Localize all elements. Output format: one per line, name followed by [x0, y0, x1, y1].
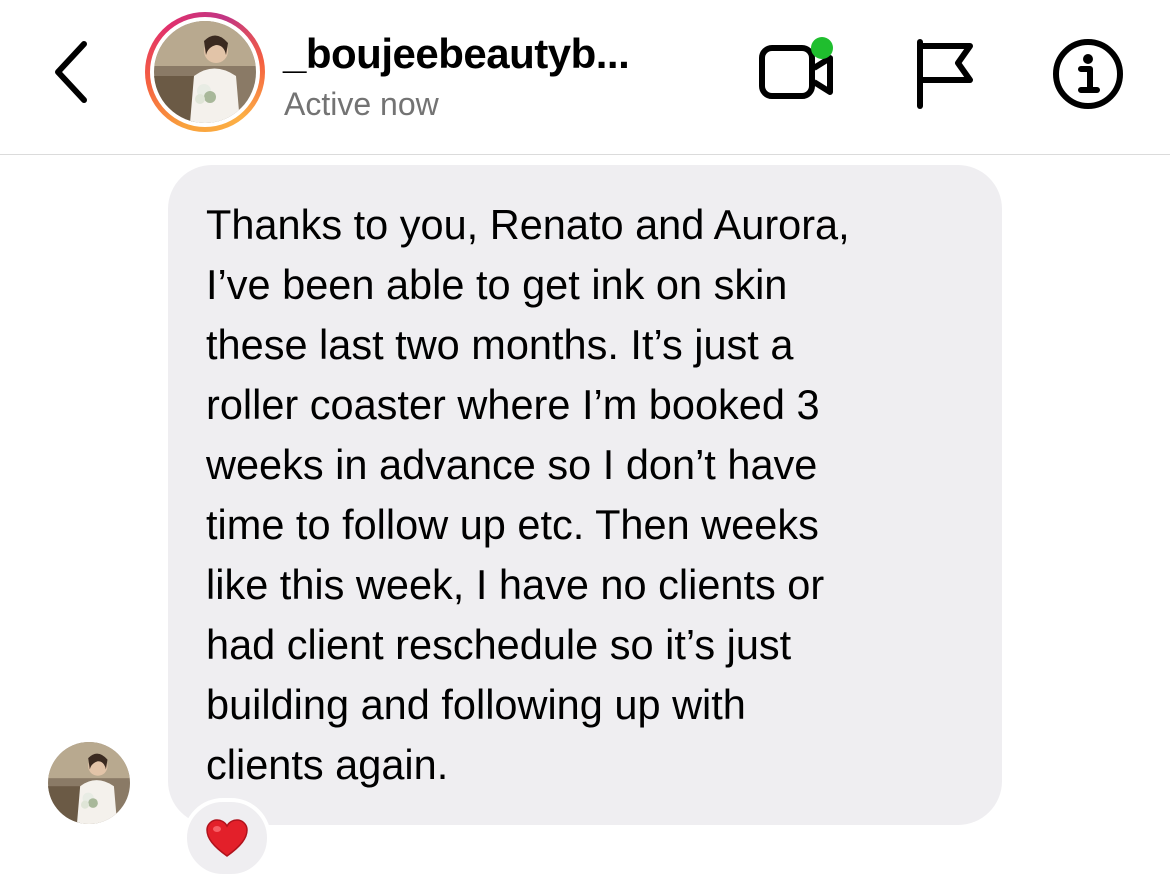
- chat-header: _boujeebeautyb... Active now: [0, 0, 1170, 155]
- online-indicator: [811, 37, 833, 59]
- heart-reaction[interactable]: [183, 798, 271, 878]
- chevron-left-icon: [55, 41, 87, 103]
- message-line: roller coaster where I’m booked 3: [206, 381, 820, 428]
- message-line: had client reschedule so it’s just: [206, 621, 792, 668]
- video-call-button[interactable]: [756, 34, 844, 110]
- back-button[interactable]: [40, 36, 100, 108]
- message-line: I’ve been able to get ink on skin: [206, 261, 788, 308]
- info-button[interactable]: [1050, 36, 1126, 112]
- message-line: these last two months. It’s just a: [206, 321, 794, 368]
- sender-avatar[interactable]: [48, 742, 130, 824]
- message-line: weeks in advance so I don’t have: [206, 441, 818, 488]
- heart-icon: [206, 819, 248, 857]
- flag-icon: [917, 39, 973, 109]
- profile-avatar[interactable]: [145, 12, 265, 132]
- message-line: building and following up with: [206, 681, 746, 728]
- report-flag-button[interactable]: [910, 36, 980, 112]
- message-line: time to follow up etc. Then weeks: [206, 501, 819, 548]
- chat-username[interactable]: _boujeebeautyb...: [283, 30, 630, 78]
- video-call-icon: [759, 37, 833, 99]
- info-icon: [1053, 39, 1123, 109]
- message-bubble[interactable]: Thanks to you, Renato and Aurora, I’ve b…: [168, 165, 1002, 825]
- message-line: like this week, I have no clients or: [206, 561, 825, 608]
- message-line: Thanks to you, Renato and Aurora,: [206, 201, 850, 248]
- avatar-photo: [154, 21, 256, 123]
- active-status: Active now: [284, 86, 439, 122]
- message-line: clients again.: [206, 741, 449, 788]
